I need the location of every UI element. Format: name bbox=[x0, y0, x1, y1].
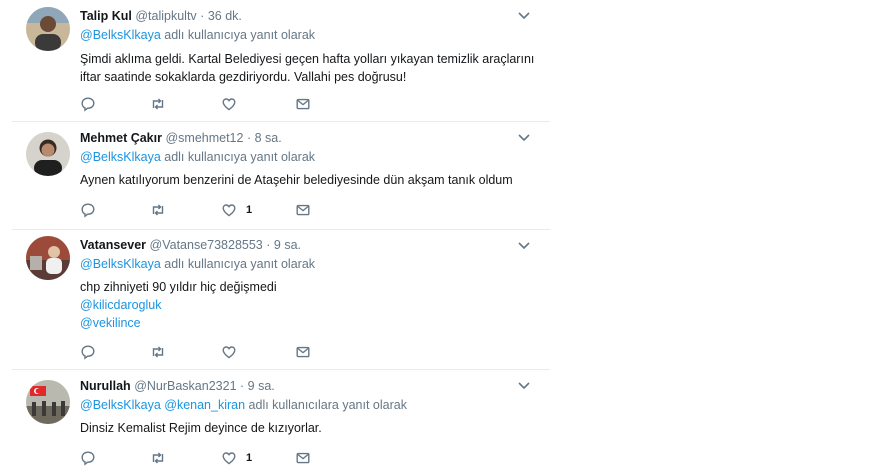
timestamp[interactable]: 36 dk. bbox=[208, 9, 242, 23]
tweet[interactable]: Vatansever @Vatanse73828553 · 9 sa. @Bel… bbox=[12, 230, 550, 370]
retweet-icon bbox=[150, 344, 166, 360]
tweet-text: Aynen katılıyorum benzerini de Ataşehir … bbox=[80, 171, 550, 189]
reply-icon bbox=[80, 96, 96, 112]
reply-context: @BelksKlkaya adlı kullanıcıya yanıt olar… bbox=[80, 149, 550, 165]
tweet[interactable]: Nurullah @NurBaskan2321 · 9 sa. @BelksKl… bbox=[12, 370, 550, 474]
author-handle[interactable]: @talipkultv bbox=[135, 9, 196, 23]
like-button[interactable] bbox=[221, 95, 246, 113]
separator-dot: · bbox=[266, 238, 271, 252]
tweet-text-line: chp zihniyeti 90 yıldır hiç değişmedi bbox=[80, 280, 277, 294]
separator-dot: · bbox=[246, 131, 252, 145]
reply-button[interactable] bbox=[80, 201, 96, 219]
avatar[interactable] bbox=[26, 7, 70, 51]
reply-mention[interactable]: @BelksKlkaya bbox=[80, 150, 161, 164]
timestamp[interactable]: 9 sa. bbox=[274, 238, 301, 252]
heart-icon bbox=[221, 202, 237, 218]
tweet-header: Vatansever @Vatanse73828553 · 9 sa. bbox=[80, 237, 550, 253]
reply-context: @BelksKlkaya adlı kullanıcıya yanıt olar… bbox=[80, 27, 550, 43]
tweet-text: Dinsiz Kemalist Rejim deyince de kızıyor… bbox=[80, 419, 550, 437]
direct-message-button[interactable] bbox=[295, 449, 311, 467]
envelope-icon bbox=[295, 202, 311, 218]
avatar[interactable] bbox=[26, 380, 70, 424]
reply-button[interactable] bbox=[80, 343, 96, 361]
reply-icon bbox=[80, 344, 96, 360]
reply-mention[interactable]: @BelksKlkaya bbox=[80, 28, 161, 42]
author-name[interactable]: Nurullah bbox=[80, 379, 131, 393]
timestamp[interactable]: 9 sa. bbox=[248, 379, 275, 393]
tweet[interactable]: Talip Kul @talipkultv · 36 dk. @BelksKlk… bbox=[12, 0, 550, 122]
author-name[interactable]: Vatansever bbox=[80, 238, 146, 252]
direct-message-button[interactable] bbox=[295, 95, 311, 113]
tweet-actions bbox=[80, 95, 320, 113]
tweet[interactable]: Mehmet Çakır @smehmet12 · 8 sa. @BelksKl… bbox=[12, 122, 550, 230]
tweet-feed: Talip Kul @talipkultv · 36 dk. @BelksKlk… bbox=[12, 0, 550, 474]
reply-button[interactable] bbox=[80, 95, 96, 113]
heart-icon bbox=[221, 96, 237, 112]
tweet-text: Şimdi aklıma geldi. Kartal Belediyesi ge… bbox=[80, 50, 550, 86]
author-name[interactable]: Mehmet Çakır bbox=[80, 131, 162, 145]
retweet-button[interactable] bbox=[150, 343, 166, 361]
heart-icon bbox=[221, 450, 237, 466]
reply-button[interactable] bbox=[80, 449, 96, 467]
mention-link[interactable]: @vekilince bbox=[80, 316, 141, 330]
timestamp[interactable]: 8 sa. bbox=[255, 131, 282, 145]
tweet-header: Nurullah @NurBaskan2321 · 9 sa. bbox=[80, 378, 550, 394]
like-button[interactable]: 1 bbox=[221, 449, 252, 467]
retweet-button[interactable] bbox=[150, 95, 166, 113]
like-count: 1 bbox=[246, 452, 253, 464]
retweet-icon bbox=[150, 450, 166, 466]
reply-suffix: adlı kullanıcıya yanıt olarak bbox=[160, 257, 316, 271]
avatar[interactable] bbox=[26, 132, 70, 176]
retweet-button[interactable] bbox=[150, 201, 166, 219]
avatar[interactable] bbox=[26, 236, 70, 280]
author-handle[interactable]: @NurBaskan2321 bbox=[134, 379, 236, 393]
reply-mention[interactable]: @kenan_kiran bbox=[164, 398, 245, 412]
reply-mention[interactable]: @BelksKlkaya bbox=[80, 257, 161, 271]
direct-message-button[interactable] bbox=[295, 201, 311, 219]
tweet-text-line: iftar saatinde sokaklarda gezdiriyordu. … bbox=[80, 70, 407, 84]
author-handle[interactable]: @smehmet12 bbox=[165, 131, 243, 145]
author-name[interactable]: Talip Kul bbox=[80, 9, 132, 23]
separator-dot: · bbox=[200, 9, 205, 23]
tweet-text-line: Dinsiz Kemalist Rejim deyince de kızıyor… bbox=[80, 421, 322, 435]
reply-icon bbox=[80, 450, 96, 466]
tweet-actions: 1 bbox=[80, 449, 320, 467]
tweet-header: Talip Kul @talipkultv · 36 dk. bbox=[80, 8, 550, 24]
envelope-icon bbox=[295, 96, 311, 112]
like-button[interactable]: 1 bbox=[221, 201, 252, 219]
retweet-button[interactable] bbox=[150, 449, 166, 467]
tweet-actions bbox=[80, 343, 320, 361]
tweet-header: Mehmet Çakır @smehmet12 · 8 sa. bbox=[80, 130, 550, 146]
reply-icon bbox=[80, 202, 96, 218]
reply-context: @BelksKlkaya @kenan_kiran adlı kullanıcı… bbox=[80, 397, 550, 413]
reply-suffix: adlı kullanıcıya yanıt olarak bbox=[160, 150, 316, 164]
tweet-text-line: Aynen katılıyorum benzerini de Ataşehir … bbox=[80, 173, 513, 187]
direct-message-button[interactable] bbox=[295, 343, 311, 361]
heart-icon bbox=[221, 344, 237, 360]
mention-link[interactable]: @kilicdarogluk bbox=[80, 298, 161, 312]
reply-mention[interactable]: @BelksKlkaya bbox=[80, 398, 161, 412]
separator-dot: · bbox=[240, 379, 245, 393]
like-button[interactable] bbox=[221, 343, 246, 361]
tweet-text: chp zihniyeti 90 yıldır hiç değişmedi @k… bbox=[80, 278, 550, 332]
retweet-icon bbox=[150, 202, 166, 218]
envelope-icon bbox=[295, 450, 311, 466]
author-handle[interactable]: @Vatanse73828553 bbox=[150, 238, 263, 252]
tweet-text-line: Şimdi aklıma geldi. Kartal Belediyesi ge… bbox=[80, 52, 535, 66]
retweet-icon bbox=[150, 96, 166, 112]
envelope-icon bbox=[295, 344, 311, 360]
reply-context: @BelksKlkaya adlı kullanıcıya yanıt olar… bbox=[80, 256, 550, 272]
reply-suffix: adlı kullanıcıya yanıt olarak bbox=[160, 28, 316, 42]
tweet-actions: 1 bbox=[80, 201, 320, 219]
reply-suffix: adlı kullanıcılara yanıt olarak bbox=[245, 398, 407, 412]
like-count: 1 bbox=[246, 204, 253, 216]
